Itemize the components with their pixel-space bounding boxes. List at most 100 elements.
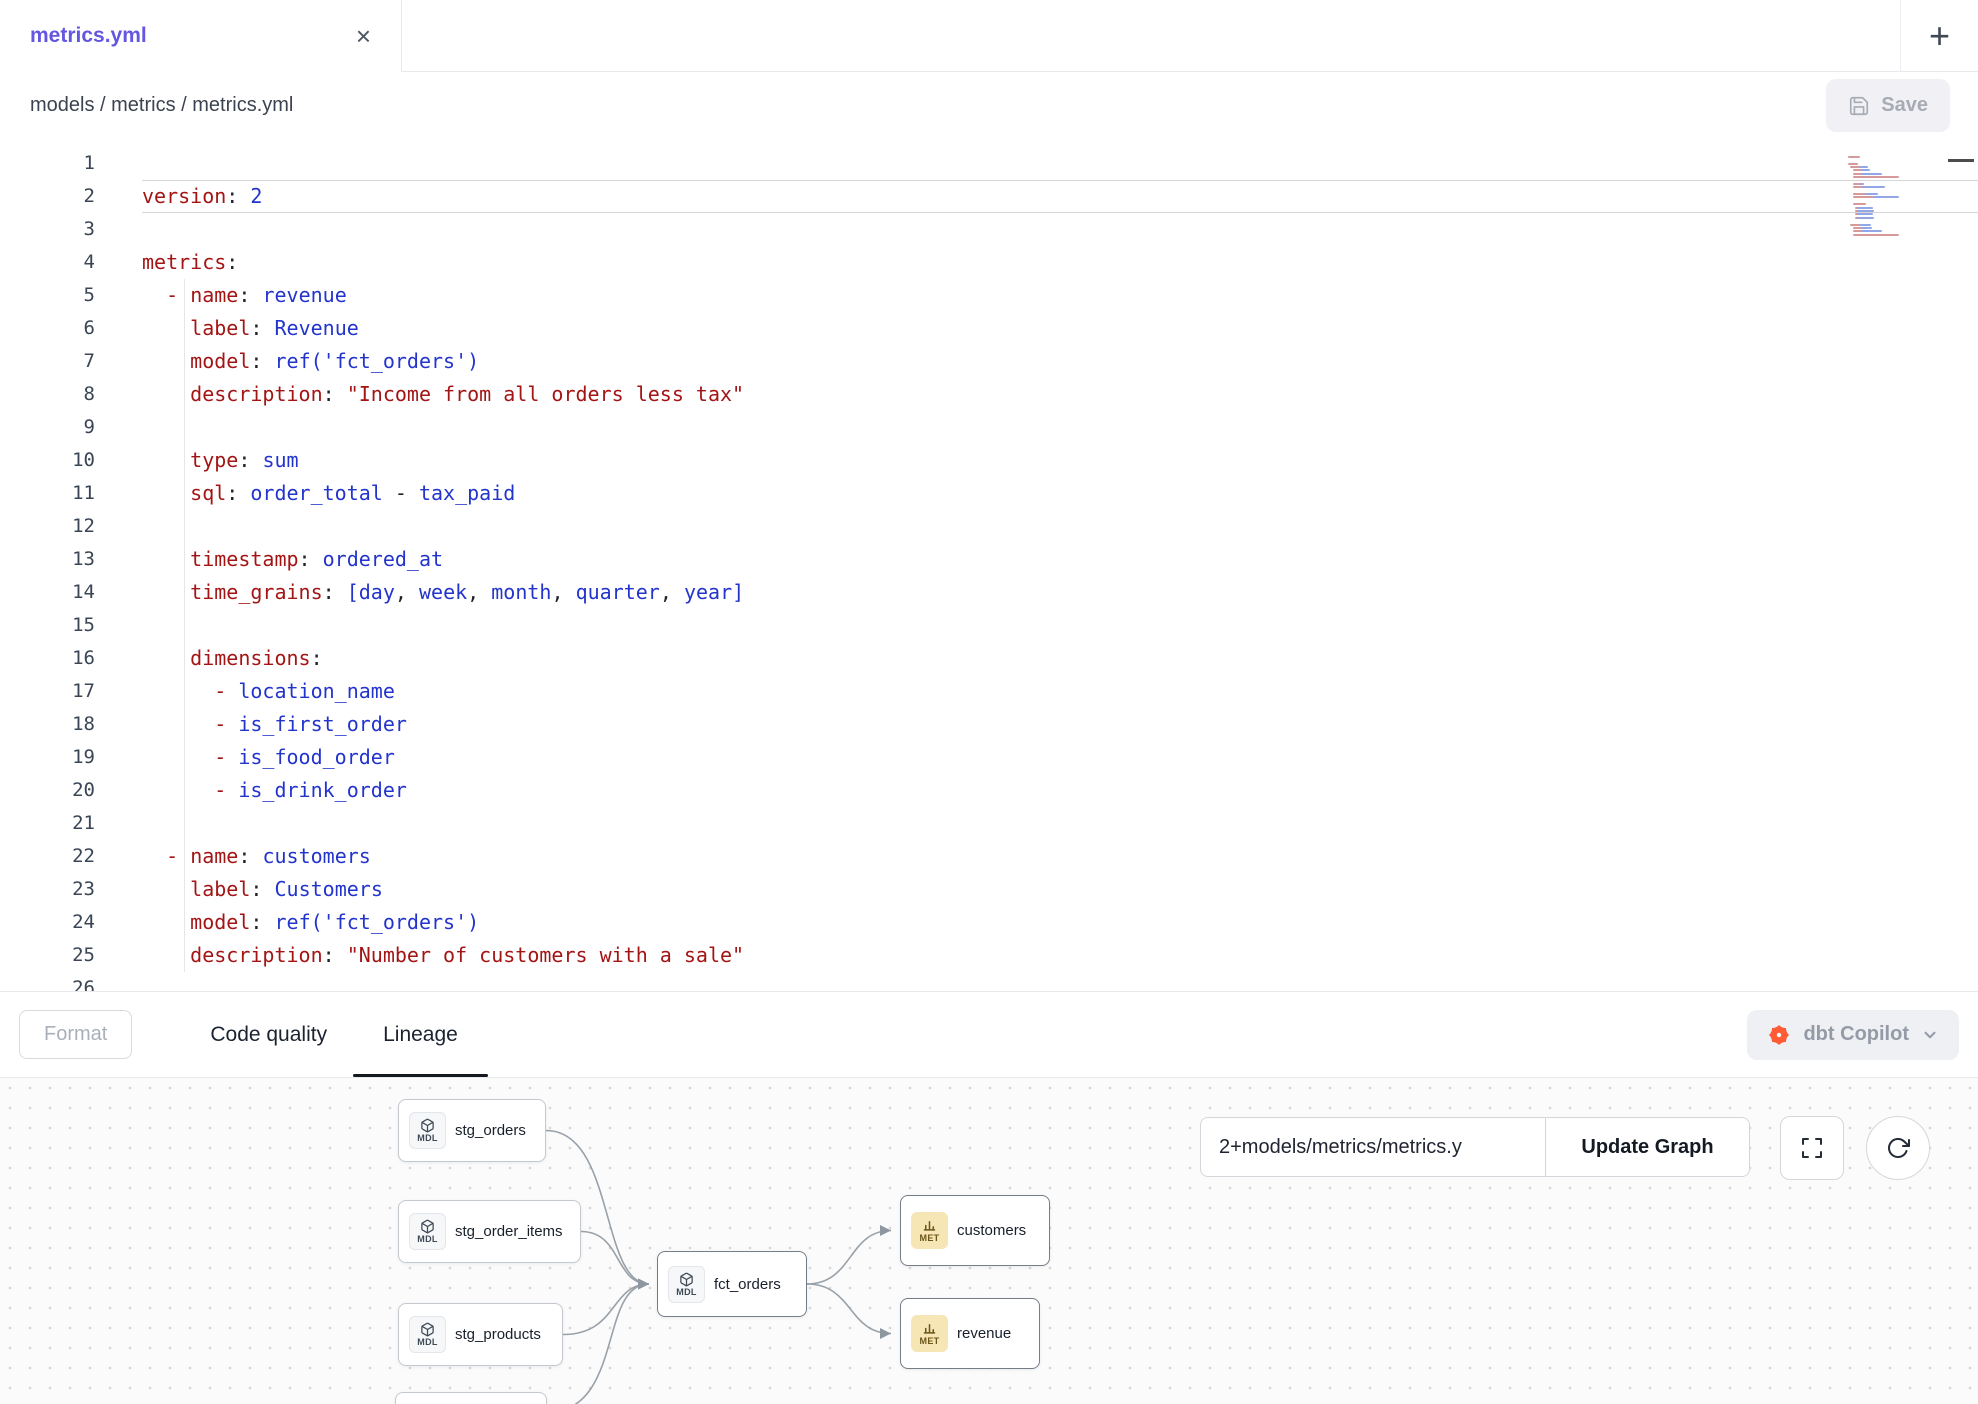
line-number: 13 <box>0 543 95 576</box>
save-button[interactable]: Save <box>1826 79 1950 132</box>
code-line[interactable] <box>142 807 1978 840</box>
tab-code-quality[interactable]: Code quality <box>210 992 327 1077</box>
code-line[interactable] <box>142 972 1978 991</box>
code-line[interactable]: timestamp: ordered_at <box>142 543 1978 576</box>
code-line[interactable]: - is_food_order <box>142 741 1978 774</box>
code-line[interactable]: label: Customers <box>142 873 1978 906</box>
line-number: 17 <box>0 675 95 708</box>
lineage-node-partial[interactable] <box>395 1392 547 1404</box>
lineage-node-stg-order-items[interactable]: MDL stg_order_items <box>398 1200 581 1263</box>
code-line[interactable]: time_grains: [day, week, month, quarter,… <box>142 576 1978 609</box>
fullscreen-button[interactable] <box>1780 1116 1844 1180</box>
code-line[interactable]: sql: order_total - tax_paid <box>142 477 1978 510</box>
line-number: 18 <box>0 708 95 741</box>
minimap-line <box>1848 220 1898 222</box>
minimap-line <box>1850 224 1870 226</box>
refresh-button[interactable] <box>1866 1116 1930 1180</box>
minimap-line <box>1855 217 1874 219</box>
lineage-canvas[interactable]: MDL stg_orders MDL stg_order_items <box>0 1078 1978 1404</box>
tab-lineage[interactable]: Lineage <box>383 992 458 1077</box>
node-label: customers <box>957 1222 1026 1239</box>
code-line[interactable]: - is_first_order <box>142 708 1978 741</box>
line-number: 3 <box>0 213 95 246</box>
model-icon: MDL <box>409 1213 446 1250</box>
cube-icon <box>420 1118 435 1133</box>
line-number: 12 <box>0 510 95 543</box>
minimap-line <box>1853 186 1885 188</box>
line-number: 25 <box>0 939 95 972</box>
minimap[interactable] <box>1848 151 1898 241</box>
line-number: 4 <box>0 246 95 279</box>
minimap-line <box>1850 166 1868 168</box>
code-line[interactable]: - is_drink_order <box>142 774 1978 807</box>
line-number: 22 <box>0 840 95 873</box>
cube-icon <box>679 1272 694 1287</box>
code-line[interactable]: model: ref('fct_orders') <box>142 345 1978 378</box>
model-icon: MDL <box>409 1316 446 1353</box>
scrollbar-thumb[interactable] <box>1948 159 1974 162</box>
minimap-line <box>1848 180 1898 182</box>
line-number-gutter: 1234567891011121314151617181920212223242… <box>0 147 95 991</box>
line-number: 10 <box>0 444 95 477</box>
code-line[interactable] <box>142 609 1978 642</box>
line-number: 19 <box>0 741 95 774</box>
metric-icon: MET <box>911 1212 948 1249</box>
minimap-line <box>1855 213 1873 215</box>
line-number: 23 <box>0 873 95 906</box>
code-line[interactable] <box>142 510 1978 543</box>
code-line[interactable]: dimensions: <box>142 642 1978 675</box>
line-number: 20 <box>0 774 95 807</box>
code-editor[interactable]: 1234567891011121314151617181920212223242… <box>0 139 1978 991</box>
lineage-node-stg-products[interactable]: MDL stg_products <box>398 1303 563 1366</box>
model-icon: MDL <box>409 1112 446 1149</box>
minimap-line <box>1848 237 1898 239</box>
close-icon[interactable]: × <box>356 23 371 49</box>
code-line[interactable]: - name: revenue <box>142 279 1978 312</box>
minimap-line <box>1853 173 1882 175</box>
dbt-logo-icon <box>1767 1023 1791 1047</box>
bar-chart-icon <box>922 1218 937 1233</box>
node-label: stg_orders <box>455 1122 526 1139</box>
code-line[interactable] <box>142 147 1978 180</box>
tab-metrics-yml[interactable]: metrics.yml × <box>0 0 402 71</box>
code-line[interactable]: type: sum <box>142 444 1978 477</box>
plus-icon: + <box>1929 15 1950 57</box>
code-line[interactable]: model: ref('fct_orders') <box>142 906 1978 939</box>
minimap-line <box>1853 169 1870 171</box>
code-line[interactable]: version: 2 <box>142 180 1978 213</box>
dbt-copilot-button[interactable]: dbt Copilot <box>1747 1010 1959 1060</box>
code-line[interactable]: - name: customers <box>142 840 1978 873</box>
node-label: stg_products <box>455 1326 541 1343</box>
code-content[interactable]: version: 2 metrics: - name: revenue label… <box>142 147 1978 991</box>
minimap-line <box>1853 183 1864 185</box>
metric-icon: MET <box>911 1315 948 1352</box>
code-line[interactable]: metrics: <box>142 246 1978 279</box>
code-line[interactable] <box>142 213 1978 246</box>
minimap-line <box>1848 163 1858 165</box>
line-number: 8 <box>0 378 95 411</box>
code-line[interactable]: label: Revenue <box>142 312 1978 345</box>
lineage-node-revenue[interactable]: MET revenue <box>900 1298 1040 1369</box>
code-line[interactable]: - location_name <box>142 675 1978 708</box>
new-tab-button[interactable]: + <box>1900 0 1978 71</box>
save-icon <box>1848 95 1870 117</box>
update-graph-button[interactable]: Update Graph <box>1545 1117 1750 1177</box>
minimap-line <box>1853 234 1899 236</box>
app-window: metrics.yml × + models / metrics / metri… <box>0 0 1978 1404</box>
cube-icon <box>420 1322 435 1337</box>
node-type-badge: MDL <box>417 1338 437 1347</box>
code-line[interactable] <box>142 411 1978 444</box>
bottom-toolbar: Format Code quality Lineage dbt Copilot <box>0 991 1978 1078</box>
lineage-node-customers[interactable]: MET customers <box>900 1195 1050 1266</box>
code-line[interactable]: description: "Number of customers with a… <box>142 939 1978 972</box>
line-number: 16 <box>0 642 95 675</box>
graph-controls: Update Graph <box>1200 1117 1750 1177</box>
format-button[interactable]: Format <box>19 1010 132 1059</box>
graph-filter-input[interactable] <box>1200 1117 1545 1177</box>
lineage-node-fct-orders[interactable]: MDL fct_orders <box>657 1251 807 1317</box>
lineage-node-stg-orders[interactable]: MDL stg_orders <box>398 1099 546 1162</box>
code-line[interactable]: description: "Income from all orders les… <box>142 378 1978 411</box>
editor-tab-bar: metrics.yml × + <box>0 0 1978 72</box>
bar-chart-icon <box>922 1321 937 1336</box>
minimap-line <box>1855 207 1873 209</box>
